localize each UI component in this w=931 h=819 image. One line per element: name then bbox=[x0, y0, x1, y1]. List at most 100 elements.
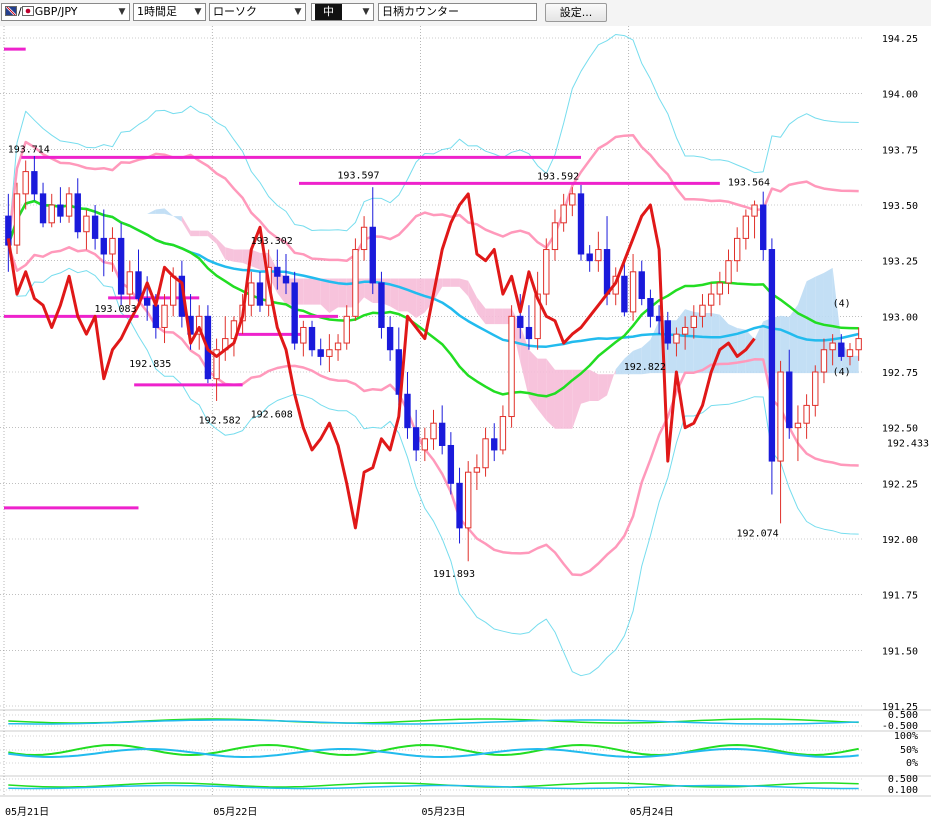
candle-body bbox=[742, 215, 750, 239]
candle-body bbox=[543, 249, 550, 295]
symbol-select[interactable]: / GBP/JPY ▼ bbox=[1, 3, 130, 21]
candle-body bbox=[838, 342, 845, 357]
date-label: 05月22日 bbox=[213, 806, 257, 818]
candle-body bbox=[447, 444, 455, 484]
candle-body bbox=[569, 193, 576, 206]
candle-body bbox=[855, 338, 862, 351]
candle-body bbox=[308, 326, 316, 351]
japan-flag-icon bbox=[21, 6, 34, 16]
candle-body bbox=[690, 315, 697, 328]
size-select[interactable]: 中 ▼ bbox=[311, 3, 374, 21]
price-annotation: (4) bbox=[833, 367, 851, 378]
price-tick-label: 193.75 bbox=[882, 145, 918, 156]
price-tick-label: 191.75 bbox=[882, 591, 918, 602]
candle-body bbox=[135, 271, 142, 300]
date-label: 05月21日 bbox=[5, 806, 49, 818]
price-tick-label: 192.25 bbox=[882, 479, 918, 490]
candle-body bbox=[438, 422, 446, 446]
kumo-segment bbox=[554, 369, 564, 429]
price-annotation: 192.835 bbox=[129, 359, 171, 370]
candle-body bbox=[733, 237, 741, 262]
price-tick-label: 193.25 bbox=[882, 257, 918, 268]
uk-flag-icon bbox=[5, 6, 17, 16]
price-annotation: 192.822 bbox=[624, 362, 666, 373]
candle-body bbox=[360, 226, 368, 251]
candle-body bbox=[248, 282, 255, 306]
candle-body bbox=[48, 204, 55, 224]
price-annotation: 193.083 bbox=[94, 304, 136, 315]
price-tick-label: 194.00 bbox=[882, 90, 918, 101]
candle-body bbox=[681, 326, 689, 335]
candle-body bbox=[404, 393, 411, 429]
candle-body bbox=[551, 222, 559, 251]
candle-body bbox=[31, 171, 38, 195]
candle-body bbox=[491, 438, 498, 451]
kumo-segment bbox=[251, 249, 260, 270]
price-annotation: 193.564 bbox=[728, 178, 770, 189]
candle-body bbox=[13, 193, 21, 246]
kumo-segment bbox=[494, 308, 503, 325]
kumo-segment bbox=[442, 278, 451, 287]
sub-tick-label: 0.100 bbox=[888, 785, 918, 796]
price-tick-label: 193.00 bbox=[882, 312, 918, 323]
candle-body bbox=[716, 282, 724, 295]
candle-body bbox=[386, 326, 394, 351]
candle-body bbox=[22, 171, 29, 195]
symbol-label: GBP/JPY bbox=[34, 5, 78, 18]
size-label: 中 bbox=[315, 4, 342, 20]
candle-body bbox=[456, 482, 463, 529]
candle-body bbox=[170, 275, 177, 306]
kumo-segment bbox=[849, 355, 859, 374]
candle-body bbox=[499, 416, 507, 451]
price-annotation: 191.893 bbox=[433, 569, 475, 580]
candle-body bbox=[751, 204, 758, 217]
candle-body bbox=[768, 249, 776, 462]
candle-body bbox=[421, 438, 429, 451]
candle-body bbox=[647, 298, 654, 317]
chart-style-label: ローソク bbox=[213, 5, 257, 18]
candle-body bbox=[317, 349, 324, 357]
candle-body bbox=[352, 249, 359, 317]
price-tick-label: 191.25 bbox=[882, 702, 918, 713]
candle-body bbox=[829, 342, 836, 351]
candle-body bbox=[282, 275, 290, 284]
candle-body bbox=[343, 315, 350, 344]
candle-body bbox=[109, 237, 116, 255]
sub-tick-label: 0% bbox=[906, 758, 918, 769]
price-tick-label: 193.50 bbox=[882, 201, 918, 212]
chevron-down-icon: ▼ bbox=[291, 4, 305, 20]
price-annotation: 193.714 bbox=[8, 144, 50, 155]
candle-body bbox=[465, 471, 472, 529]
candle-body bbox=[274, 266, 281, 277]
candle-body bbox=[378, 282, 385, 328]
kumo-segment bbox=[485, 308, 495, 325]
candle-body bbox=[508, 315, 515, 418]
kumo-segment bbox=[563, 369, 573, 429]
candle-body bbox=[412, 427, 420, 451]
candle-body bbox=[326, 349, 333, 357]
sub-tick-label: 50% bbox=[900, 745, 918, 756]
candle-body bbox=[39, 193, 47, 224]
price-tick-label: 192.00 bbox=[882, 535, 918, 546]
sub-tick-label: 0.500 bbox=[888, 774, 918, 785]
candle-body bbox=[430, 422, 437, 440]
date-label: 05月24日 bbox=[630, 806, 674, 818]
candle-body bbox=[595, 249, 602, 262]
price-annotation: 193.302 bbox=[251, 236, 293, 247]
price-annotation: 192.074 bbox=[737, 529, 779, 540]
kumo-segment bbox=[303, 278, 313, 305]
candle-body bbox=[300, 326, 307, 344]
price-chart[interactable]: 193.714 193.083 192.835 192.582 193.302 192.6… bbox=[0, 26, 931, 819]
candle-body bbox=[777, 371, 784, 462]
kumo-segment bbox=[199, 230, 208, 237]
chart-style-select[interactable]: ローソク ▼ bbox=[209, 3, 306, 21]
candle-body bbox=[846, 349, 854, 357]
kumo-segment bbox=[225, 247, 234, 262]
candle-body bbox=[334, 342, 342, 351]
chevron-down-icon: ▼ bbox=[115, 4, 129, 20]
candle-body bbox=[143, 298, 151, 306]
candle-body bbox=[760, 204, 767, 251]
timeframe-select[interactable]: 1時間足 ▼ bbox=[133, 3, 206, 21]
counter-field[interactable]: 日柄カウンター bbox=[378, 3, 537, 21]
settings-button[interactable]: 設定... bbox=[545, 3, 607, 22]
